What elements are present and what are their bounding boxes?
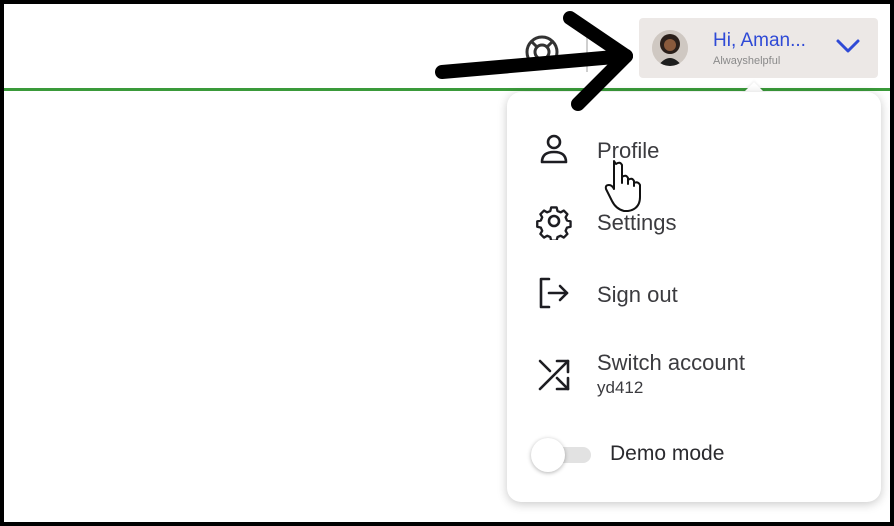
user-greeting: Hi, Aman... <box>713 30 806 51</box>
hand-cursor-icon <box>604 160 648 212</box>
sign-out-icon <box>535 274 573 312</box>
menu-item-settings[interactable]: Settings <box>507 194 881 250</box>
menu-item-label: Switch account <box>597 350 745 375</box>
menu-item-profile[interactable]: Profile <box>507 122 881 178</box>
avatar <box>652 30 688 66</box>
demo-mode-toggle-knob[interactable] <box>531 438 565 472</box>
menu-item-switch-account[interactable]: Switch account yd412 <box>507 340 881 406</box>
user-dropdown-menu: Profile Settings Sign out Switch account… <box>507 92 881 502</box>
chevron-down-icon <box>835 36 861 56</box>
user-icon <box>535 130 573 168</box>
user-subtitle: Alwayshelpful <box>713 55 781 67</box>
gear-icon <box>535 202 573 242</box>
demo-mode-label: Demo mode <box>610 442 725 465</box>
menu-item-label: Sign out <box>597 282 678 307</box>
pointer-arrow-icon <box>430 6 645 116</box>
menu-item-sign-out[interactable]: Sign out <box>507 266 881 322</box>
menu-item-label: Settings <box>597 210 677 235</box>
user-menu-button[interactable]: Hi, Aman... Alwayshelpful <box>639 18 878 78</box>
switch-account-username: yd412 <box>597 378 644 397</box>
shuffle-icon <box>535 356 573 394</box>
